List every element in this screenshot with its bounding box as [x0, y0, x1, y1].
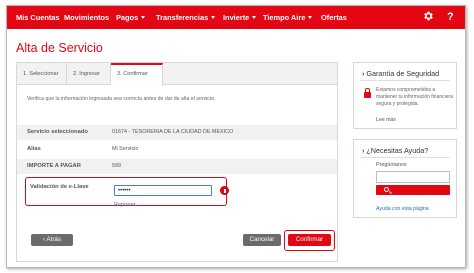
divider: [360, 80, 450, 81]
nav-item-label: Transferencias: [156, 13, 209, 22]
nav-item-tiempo-aire[interactable]: Tiempo Aire: [263, 13, 313, 22]
top-nav: Mis Cuentas Movimientos Pagos Transferen…: [7, 6, 465, 29]
nav-item-mis-cuentas[interactable]: Mis Cuentas: [16, 13, 60, 22]
chevron-down-icon: [141, 16, 146, 19]
gear-icon-graphic: [424, 11, 433, 21]
security-title-text: Garantía de Seguridad: [366, 69, 440, 78]
nav-item-pagos[interactable]: Pagos: [116, 13, 146, 22]
row-importe: IMPORTE A PAGAR 599: [17, 159, 337, 174]
page-help-link[interactable]: Ayuda con esta página: [376, 206, 429, 212]
help-title-text: ¿Necesitas Ayuda?: [366, 146, 429, 155]
row-label: Alias: [27, 146, 41, 152]
nav-item-label: Movimientos: [64, 13, 110, 22]
question-label: Pregúntanos: [376, 162, 407, 168]
help-panel-title[interactable]: › ¿Necesitas Ayuda?: [362, 146, 428, 155]
nav-item-label: Mis Cuentas: [16, 13, 60, 22]
row-alias: Alias Mi Servicio: [17, 142, 337, 157]
nav-item-label: Tiempo Aire: [263, 13, 306, 22]
chevron-down-icon: [308, 16, 313, 19]
tab-confirmar[interactable]: 3. Confirmar: [111, 63, 163, 86]
tab-ingresar[interactable]: 2. Ingresar: [67, 63, 111, 85]
row-label: IMPORTE A PAGAR: [27, 163, 81, 169]
search-icon: [384, 187, 389, 192]
chevron-down-icon: [252, 16, 257, 19]
security-panel: › Garantía de Seguridad Estamos compromet…: [353, 62, 457, 129]
ekey-password-input[interactable]: [114, 185, 212, 196]
question-input[interactable]: [376, 171, 450, 183]
nav-item-invierte[interactable]: Invierte: [223, 13, 257, 22]
read-more-link[interactable]: Lee más: [376, 117, 396, 123]
chevron-down-icon: [211, 16, 216, 19]
security-panel-title[interactable]: › Garantía de Seguridad: [362, 69, 439, 78]
tab-label: 2. Ingresar: [73, 71, 100, 77]
help-icon[interactable]: ?: [447, 11, 454, 23]
gear-icon[interactable]: [422, 10, 434, 25]
nav-item-label: Invierte: [223, 13, 250, 22]
app-window: Mis Cuentas Movimientos Pagos Transferen…: [6, 5, 466, 268]
cancel-button[interactable]: Cancelar: [243, 234, 281, 246]
divider: [360, 157, 450, 158]
alert-icon: [220, 186, 229, 195]
step-tabs: 1. Seleccionar 2. Ingresar 3. Confirmar: [17, 63, 337, 86]
row-value: 599: [112, 163, 121, 169]
row-value: Mi Servicio: [112, 146, 139, 152]
nav-item-label: Ofertas: [321, 13, 347, 22]
tab-seleccionar[interactable]: 1. Seleccionar: [17, 63, 67, 85]
tab-label: 3. Confirmar: [117, 71, 148, 77]
instruction-text: Verifica que la información ingresada se…: [27, 96, 216, 102]
help-panel: › ¿Necesitas Ayuda? Pregúntanos Ayuda con…: [353, 139, 457, 218]
confirm-button[interactable]: Confirmar: [288, 234, 331, 246]
nav-item-ofertas[interactable]: Ofertas: [321, 13, 347, 22]
security-text: Estamos comprometidos a mantener tu info…: [376, 87, 453, 107]
search-button[interactable]: [376, 185, 450, 195]
nav-item-transferencias[interactable]: Transferencias: [156, 13, 216, 22]
row-value: 01674 - TESORERIA DE LA CIUDAD DE MEXICO: [112, 129, 234, 135]
page-title: Alta de Servicio: [16, 41, 103, 55]
back-button[interactable]: ‹ Atrás: [31, 234, 73, 246]
row-servicio: Servicio seleccionado 01674 - TESORERIA …: [17, 125, 337, 140]
tab-label: 1. Seleccionar: [23, 71, 59, 77]
chevron-right-icon: ›: [362, 146, 365, 155]
chevron-right-icon: ›: [362, 69, 365, 78]
nav-item-label: Pagos: [116, 13, 139, 22]
lock-icon: [364, 88, 371, 98]
reponer-link[interactable]: Reponer: [114, 202, 135, 208]
row-label: Servicio seleccionado: [27, 129, 88, 135]
nav-item-movimientos[interactable]: Movimientos: [64, 13, 109, 22]
ekey-label: Validación de e-Llave: [30, 184, 89, 190]
